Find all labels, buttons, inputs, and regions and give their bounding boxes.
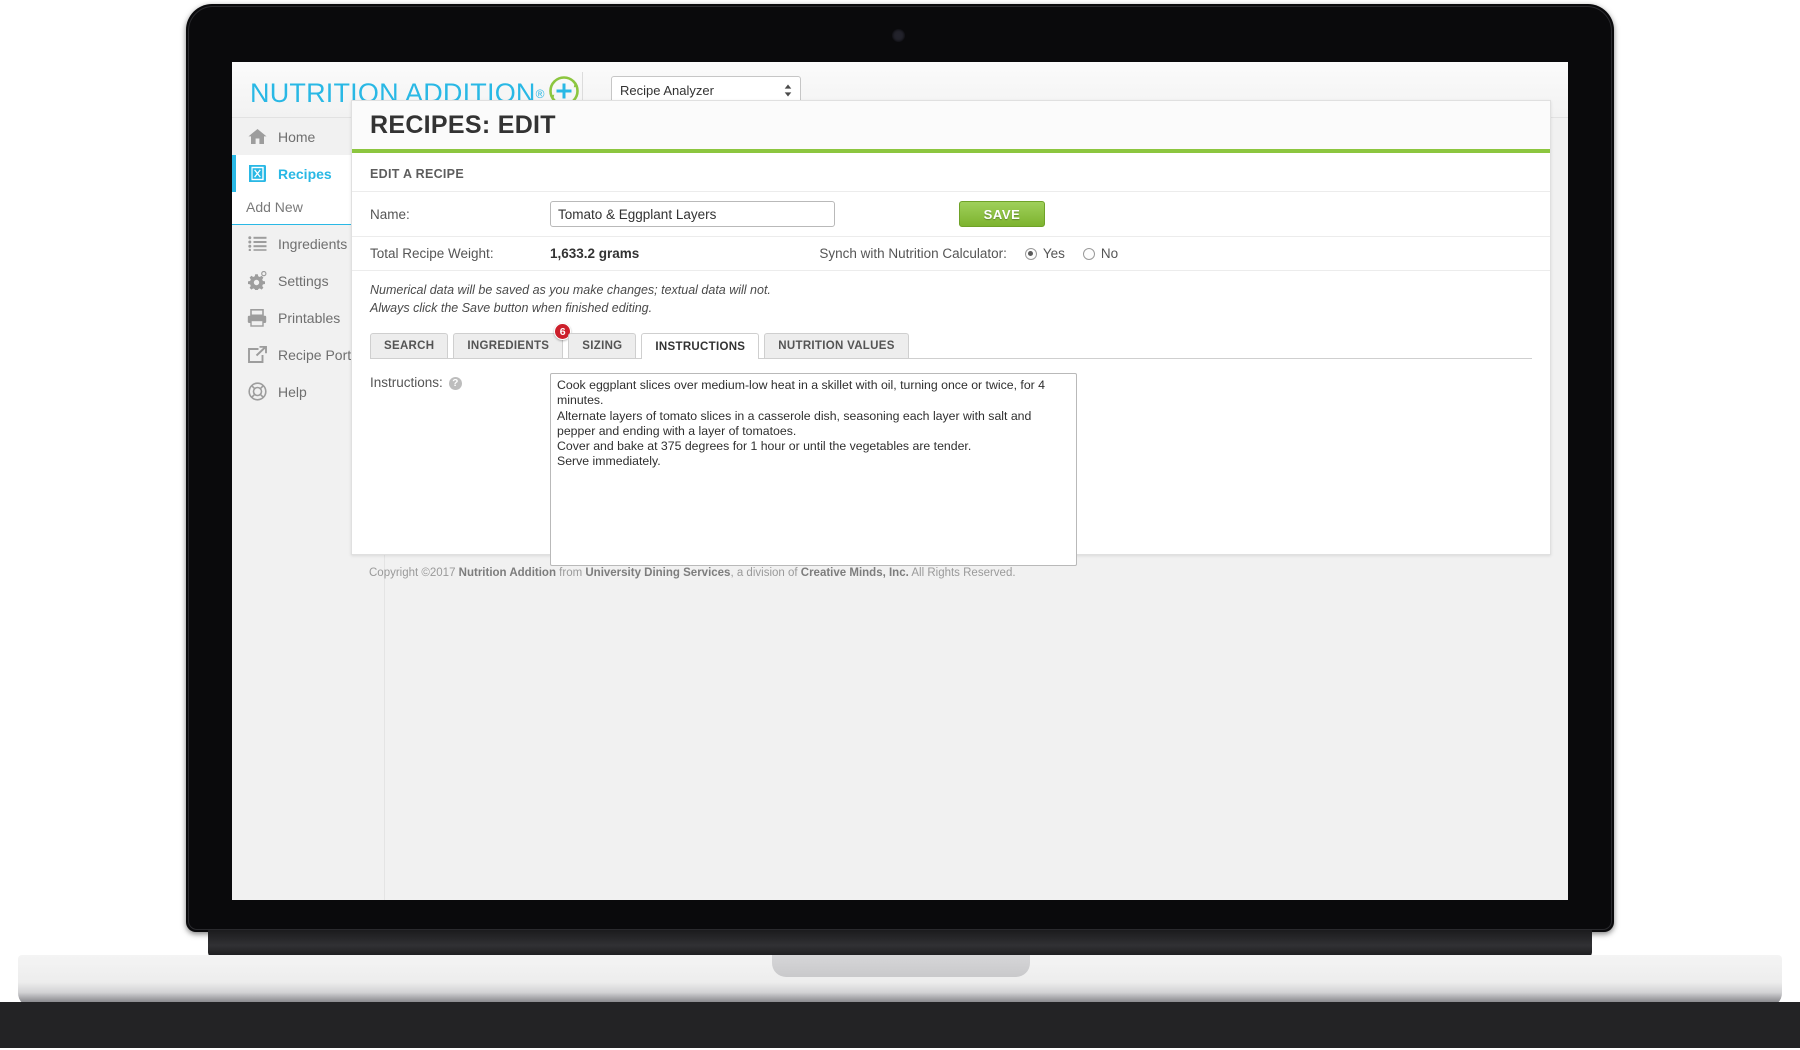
printer-icon bbox=[246, 308, 268, 328]
form-row-total-weight: Total Recipe Weight: 1,633.2 grams Synch… bbox=[352, 237, 1550, 271]
tab-nutrition-values[interactable]: NUTRITION VALUES bbox=[764, 333, 909, 359]
help-icon[interactable]: ? bbox=[448, 377, 462, 391]
footer-org: University Dining Services bbox=[585, 567, 731, 579]
synch-label: Synch with Nutrition Calculator: bbox=[819, 246, 1007, 261]
sidebar-item-label: Home bbox=[278, 128, 316, 145]
tab-sizing[interactable]: SIZING bbox=[568, 333, 637, 359]
total-weight-value: 1,633.2 grams bbox=[550, 246, 640, 261]
footer-from-text: from bbox=[555, 567, 586, 579]
recipe-book-icon bbox=[246, 164, 268, 184]
laptop-base-notch bbox=[772, 955, 1030, 977]
tab-label: SEARCH bbox=[384, 340, 435, 353]
synch-radio-group: Synch with Nutrition Calculator: Yes No bbox=[819, 246, 1118, 261]
synch-no-label: No bbox=[1100, 246, 1119, 261]
instructions-label: Instructions: bbox=[370, 375, 443, 391]
tab-label: INGREDIENTS bbox=[467, 340, 550, 353]
editing-note-line-1: Numerical data will be saved as you make… bbox=[370, 283, 771, 297]
list-icon bbox=[246, 234, 268, 254]
sidebar-item-label: Printables bbox=[278, 309, 341, 326]
instructions-textarea[interactable]: Cook eggplant slices over medium-low hea… bbox=[550, 373, 1077, 567]
sidebar-item-label: Settings bbox=[278, 272, 329, 289]
sidebar-item-label: Recipes bbox=[278, 165, 332, 182]
brand-registered-mark: ® bbox=[535, 86, 545, 101]
sidebar-item-label: Help bbox=[278, 383, 307, 400]
editing-note: Numerical data will be saved as you make… bbox=[352, 271, 1550, 321]
page-title: RECIPES: EDIT bbox=[370, 110, 556, 139]
app-footer: Copyright ©2017 Nutrition Addition from … bbox=[351, 567, 1551, 579]
synch-yes-radio[interactable] bbox=[1024, 247, 1037, 260]
page-title-bar: RECIPES: EDIT bbox=[352, 101, 1550, 153]
footer-division-text: , a division of bbox=[730, 567, 801, 579]
tab-instructions[interactable]: INSTRUCTIONS bbox=[641, 333, 760, 360]
synch-no-radio[interactable] bbox=[1082, 247, 1095, 260]
sidebar-item-label: Ingredients bbox=[278, 235, 348, 252]
life-preserver-icon bbox=[246, 382, 268, 402]
tab-label: INSTRUCTIONS bbox=[655, 340, 746, 353]
tab-search[interactable]: SEARCH bbox=[370, 333, 449, 359]
footer-copyright-prefix: Copyright ©2017 bbox=[369, 567, 459, 579]
recipe-name-input[interactable] bbox=[550, 201, 835, 227]
home-icon bbox=[246, 127, 268, 147]
section-heading: EDIT A RECIPE bbox=[352, 153, 1550, 192]
footer-brand: Nutrition Addition bbox=[458, 567, 556, 579]
tab-label: SIZING bbox=[582, 340, 623, 353]
screen-viewport: NUTRITION ADDITION ® Recipe Analyzer Hom… bbox=[232, 62, 1568, 900]
footer-parent: Creative Minds, Inc. bbox=[800, 567, 909, 579]
save-button[interactable]: SAVE bbox=[959, 201, 1045, 227]
export-icon bbox=[246, 345, 268, 365]
tab-strip: SEARCH INGREDIENTS 6 SIZING INSTRUCTIONS… bbox=[370, 323, 1532, 360]
gear-icon bbox=[246, 271, 268, 291]
footer-rights-text: All Rights Reserved. bbox=[908, 567, 1016, 579]
tab-ingredients[interactable]: INGREDIENTS 6 bbox=[453, 323, 572, 359]
instructions-panel: Instructions: ? Cook eggplant slices ove… bbox=[352, 359, 1550, 582]
webcam-icon bbox=[892, 29, 905, 42]
name-label: Name: bbox=[370, 206, 410, 222]
instructions-label-wrapper: Instructions: ? bbox=[370, 373, 550, 566]
laptop-mockup: NUTRITION ADDITION ® Recipe Analyzer Hom… bbox=[0, 0, 1800, 1050]
synch-yes-label: Yes bbox=[1042, 246, 1065, 261]
total-weight-label: Total Recipe Weight: bbox=[370, 246, 494, 261]
tab-label: NUTRITION VALUES bbox=[778, 340, 895, 353]
laptop-base-shadow bbox=[0, 1002, 1800, 1048]
form-row-name: Name: SAVE bbox=[352, 192, 1550, 237]
laptop-hinge bbox=[208, 930, 1592, 958]
editing-note-line-2: Always click the Save button when finish… bbox=[370, 301, 653, 316]
content-card: RECIPES: EDIT EDIT A RECIPE Name: SAVE T… bbox=[351, 100, 1551, 567]
